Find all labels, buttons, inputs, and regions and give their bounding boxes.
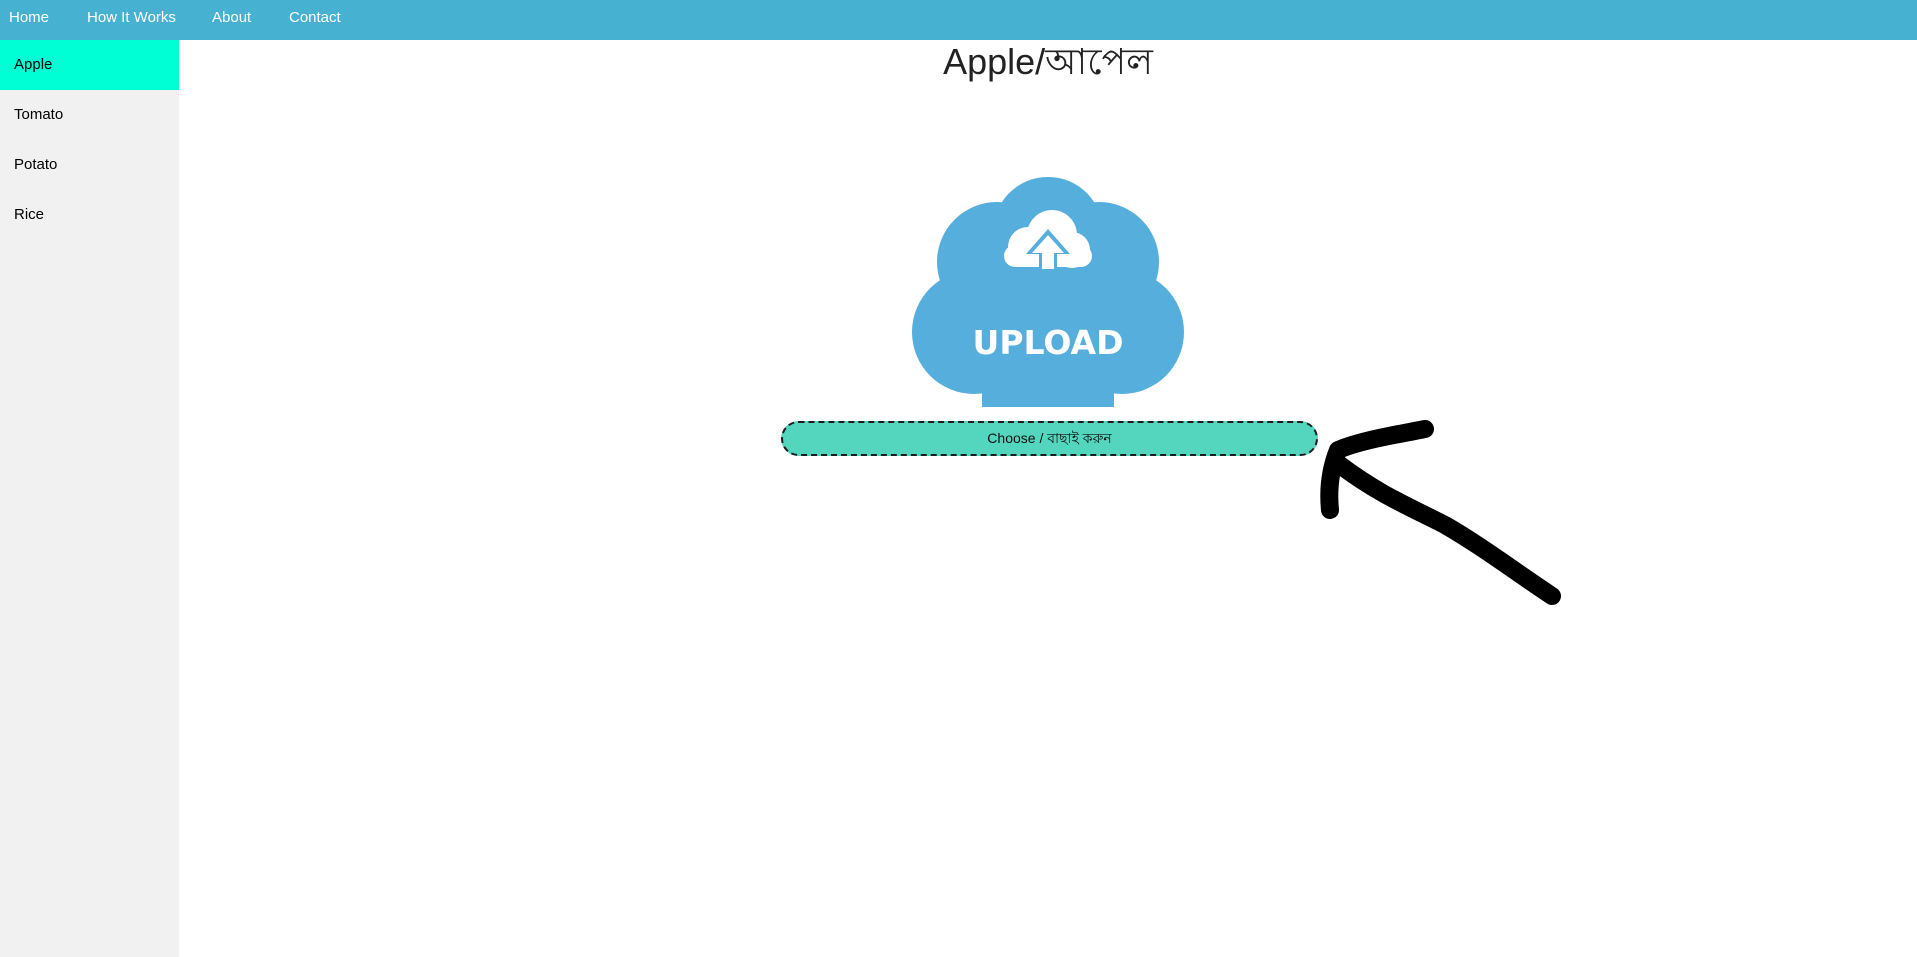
cloud-upload-icon: UPLOAD	[912, 177, 1184, 407]
nav-link-how-it-works[interactable]: How It Works	[87, 0, 176, 36]
upload-label: UPLOAD	[973, 323, 1124, 362]
upload-cloud-image[interactable]: UPLOAD	[912, 177, 1184, 407]
nav-link-contact[interactable]: Contact	[289, 0, 341, 36]
nav-link-about[interactable]: About	[212, 0, 251, 36]
sidebar-item-apple[interactable]: Apple	[0, 40, 179, 90]
sidebar: Apple Tomato Potato Rice	[0, 40, 179, 957]
sidebar-item-rice[interactable]: Rice	[0, 190, 179, 240]
page-title: Apple/আপেল	[943, 41, 1153, 82]
hand-drawn-arrow-icon	[1320, 420, 1561, 605]
nav-link-home[interactable]: Home	[9, 0, 49, 36]
choose-file-button[interactable]: Choose / বাছাই করুন	[781, 421, 1318, 456]
sidebar-item-tomato[interactable]: Tomato	[0, 90, 179, 140]
sidebar-item-potato[interactable]: Potato	[0, 140, 179, 190]
top-navbar: Home How It Works About Contact	[0, 0, 1917, 40]
